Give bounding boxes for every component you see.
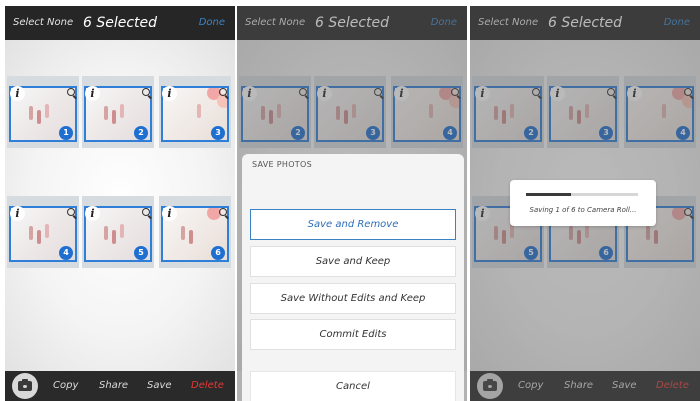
zoom-icon[interactable] — [67, 88, 77, 99]
selection-badge: 1 — [59, 126, 73, 140]
share-button[interactable]: Share — [99, 371, 128, 401]
cancel-button[interactable]: Cancel — [250, 371, 456, 401]
zoom-icon[interactable] — [219, 208, 229, 219]
photo-card[interactable]: i6 — [159, 196, 231, 268]
sheet-title: SAVE PHOTOS — [252, 160, 312, 169]
selection-badge: 5 — [134, 246, 148, 260]
save-button[interactable]: Save — [147, 371, 172, 401]
save-photos-sheet: SAVE PHOTOS Save and Remove Save and Kee… — [242, 154, 464, 401]
done-button[interactable]: Done — [199, 6, 225, 40]
progress-bar — [526, 193, 638, 196]
copy-button[interactable]: Copy — [53, 371, 78, 401]
photo-card[interactable]: i3 — [159, 76, 231, 148]
top-bar: Select None 6 Selected Done — [5, 6, 235, 40]
screen-save-options: Select None 6 Selected Done i2 i3 i4 SAV… — [237, 6, 467, 401]
saving-progress-hud: Saving 1 of 6 to Camera Roll... — [510, 180, 656, 226]
info-icon[interactable]: i — [85, 206, 100, 221]
zoom-icon[interactable] — [142, 208, 152, 219]
info-icon[interactable]: i — [10, 206, 25, 221]
info-icon[interactable]: i — [10, 86, 25, 101]
save-and-keep-button[interactable]: Save and Keep — [250, 246, 456, 277]
info-icon[interactable]: i — [162, 206, 177, 221]
photo-card[interactable]: i2 — [82, 76, 154, 148]
zoom-icon[interactable] — [219, 88, 229, 99]
selection-badge: 4 — [59, 246, 73, 260]
screen-selection: Select None 6 Selected Done i1 i2 i3 i4 … — [5, 6, 235, 401]
zoom-icon[interactable] — [142, 88, 152, 99]
info-icon[interactable]: i — [162, 86, 177, 101]
save-without-edits-button[interactable]: Save Without Edits and Keep — [250, 283, 456, 314]
selection-badge: 2 — [134, 126, 148, 140]
photo-card[interactable]: i5 — [82, 196, 154, 268]
progress-bar-fill — [526, 193, 571, 196]
selection-badge: 6 — [211, 246, 225, 260]
photo-card[interactable]: i4 — [7, 196, 79, 268]
info-icon[interactable]: i — [85, 86, 100, 101]
zoom-icon[interactable] — [67, 208, 77, 219]
delete-button[interactable]: Delete — [191, 371, 224, 401]
commit-edits-button[interactable]: Commit Edits — [250, 319, 456, 350]
camera-icon[interactable] — [12, 373, 38, 399]
screen-saving-progress: Select None 6 Selected Done i2 i3 i4 i5 … — [470, 6, 700, 401]
bottom-toolbar: Copy Share Save Delete — [5, 371, 235, 401]
selection-badge: 3 — [211, 126, 225, 140]
save-and-remove-button[interactable]: Save and Remove — [250, 209, 456, 240]
photo-card[interactable]: i1 — [7, 76, 79, 148]
progress-text: Saving 1 of 6 to Camera Roll... — [529, 206, 637, 214]
